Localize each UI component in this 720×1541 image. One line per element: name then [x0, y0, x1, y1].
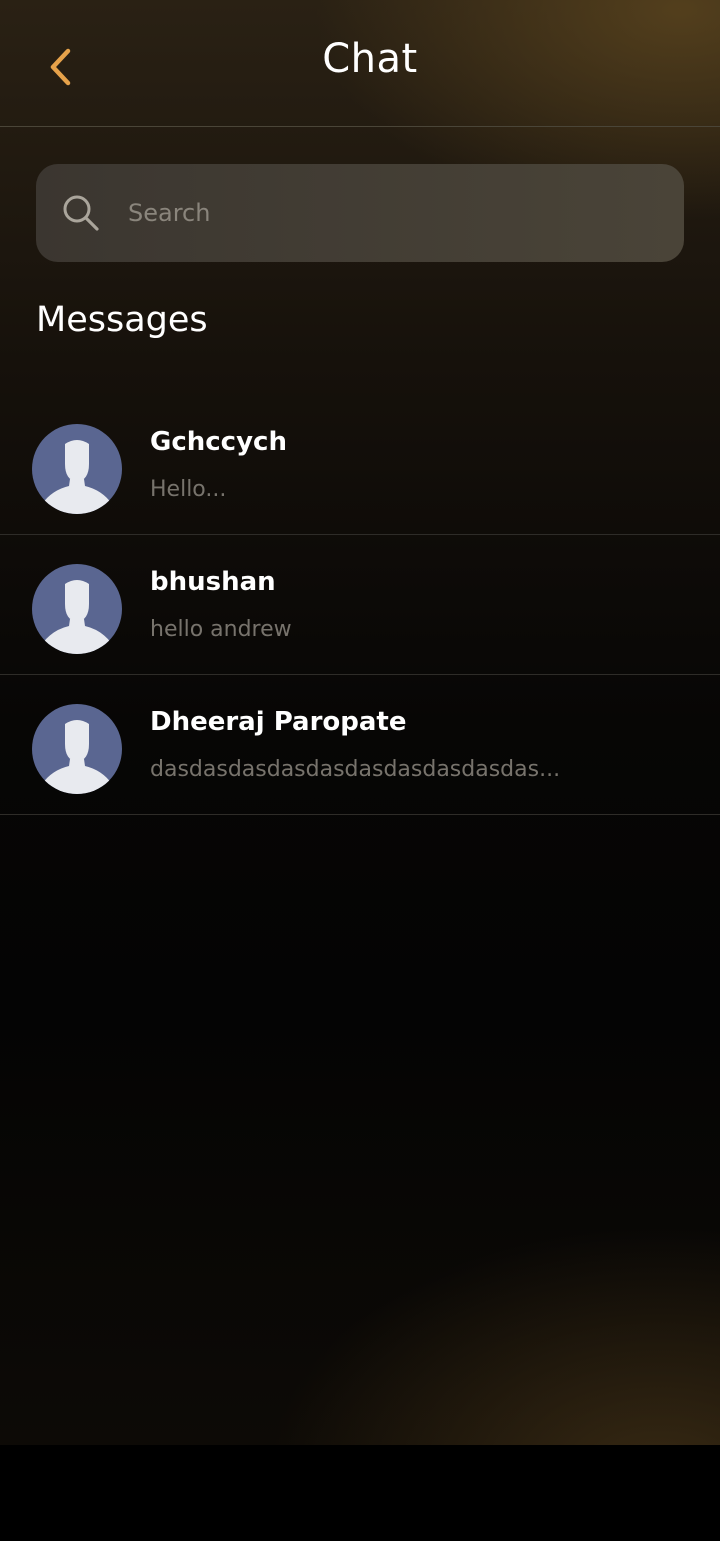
contact-name: bhushan — [150, 567, 276, 597]
contact-name: Gchccych — [150, 427, 287, 457]
contact-name: Dheeraj Paropate — [150, 707, 407, 737]
system-navigation-bar — [0, 1445, 720, 1541]
conversation-list: Gchccych Hello... bhushan hello andrew D… — [0, 395, 720, 815]
search-icon — [63, 195, 99, 231]
user-silhouette-icon — [42, 720, 112, 794]
chat-screen: Chat Messages Gchccych Hello... — [0, 0, 720, 1445]
page-title: Chat — [322, 36, 418, 82]
conversation-item[interactable]: bhushan hello andrew — [0, 535, 720, 675]
user-silhouette-icon — [42, 440, 112, 514]
search-bar[interactable] — [36, 164, 684, 262]
search-input[interactable] — [128, 164, 668, 262]
conversation-item[interactable]: Dheeraj Paropate dasdasdasdasdasdasdasda… — [0, 675, 720, 815]
avatar — [32, 704, 122, 794]
avatar — [32, 564, 122, 654]
last-message-preview: hello andrew — [150, 617, 292, 642]
messages-heading: Messages — [36, 300, 208, 340]
last-message-preview: dasdasdasdasdasdasdasdasdasdas... — [150, 757, 561, 782]
avatar — [32, 424, 122, 514]
top-navigation-bar: Chat — [0, 0, 720, 127]
last-message-preview: Hello... — [150, 477, 227, 502]
user-silhouette-icon — [42, 580, 112, 654]
conversation-item[interactable]: Gchccych Hello... — [0, 395, 720, 535]
